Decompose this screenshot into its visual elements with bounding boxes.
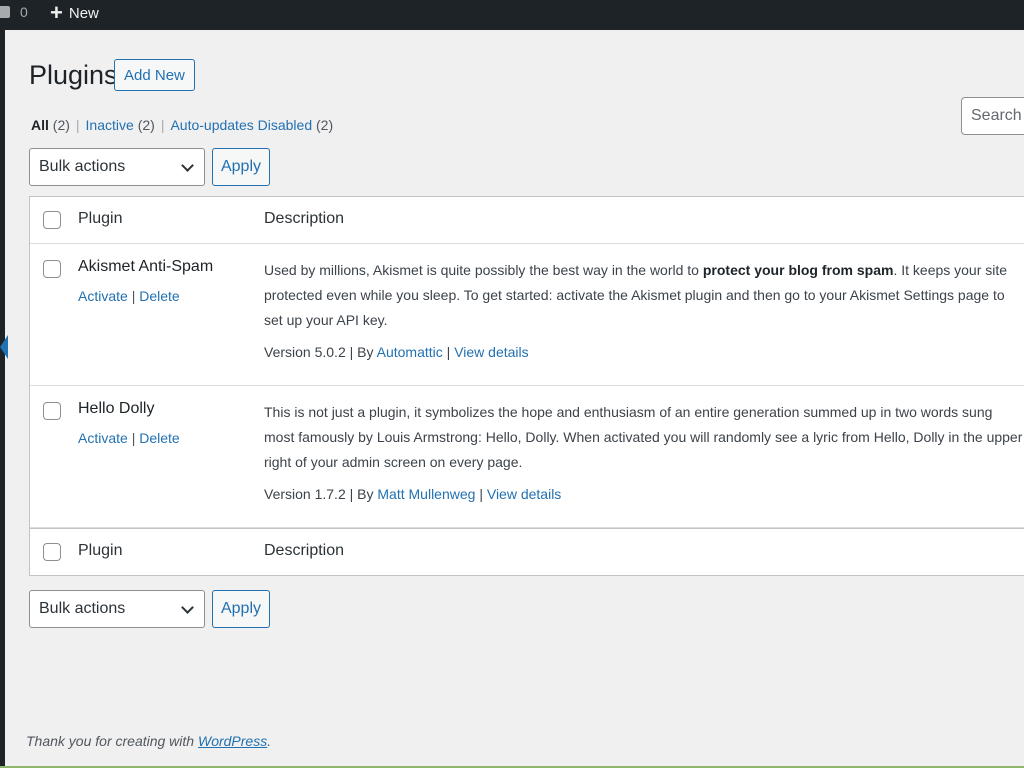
filter-auto-updates-count: (2) xyxy=(316,117,334,133)
by-label: By xyxy=(357,486,374,502)
description-text: This is not just a plugin, it symbolizes… xyxy=(264,404,1023,470)
column-plugin-footer[interactable]: Plugin xyxy=(78,542,122,560)
separator: | xyxy=(160,117,165,133)
column-description-footer: Description xyxy=(264,542,345,559)
select-all-checkbox-footer[interactable] xyxy=(43,543,61,561)
plugin-name: Hello Dolly xyxy=(78,400,155,417)
column-plugin[interactable]: Plugin xyxy=(78,210,122,228)
apply-button-top[interactable]: Apply xyxy=(212,148,270,186)
plugin-description: Used by millions, Akismet is quite possi… xyxy=(264,258,1024,333)
row-checkbox[interactable] xyxy=(43,260,61,278)
add-new-button[interactable]: Add New xyxy=(114,59,195,91)
table-header: Plugin Description xyxy=(30,197,1024,244)
comment-bubble-icon xyxy=(0,6,10,18)
author-link[interactable]: Matt Mullenweg xyxy=(377,486,475,502)
select-all-checkbox[interactable] xyxy=(43,211,61,229)
plugin-name: Akismet Anti-Spam xyxy=(78,258,214,275)
footer-suffix: . xyxy=(267,733,272,749)
plugins-table: Plugin Description Akismet Anti-Spam Act… xyxy=(29,196,1024,576)
filter-inactive-count: (2) xyxy=(137,117,155,133)
row-actions: Activate | Delete xyxy=(78,288,180,304)
activate-link[interactable]: Activate xyxy=(78,430,128,446)
bulk-actions-select-bottom[interactable]: Bulk actions xyxy=(29,590,205,628)
admin-sidebar-edge xyxy=(0,30,5,768)
table-footer: Plugin Description xyxy=(30,528,1024,575)
plugin-description: This is not just a plugin, it symbolizes… xyxy=(264,400,1024,475)
plugin-meta: Version 5.0.2 | By Automattic | View det… xyxy=(264,344,529,360)
apply-button-bottom[interactable]: Apply xyxy=(212,590,270,628)
wordpress-link[interactable]: WordPress xyxy=(198,733,267,749)
plugin-version: Version 1.7.2 xyxy=(264,486,346,502)
filter-inactive[interactable]: Inactive (2) xyxy=(86,117,155,133)
column-description: Description xyxy=(264,210,345,227)
plugin-version: Version 5.0.2 xyxy=(264,344,346,360)
new-label: New xyxy=(68,4,99,22)
plugin-filter-links: All (2) | Inactive (2) | Auto-updates Di… xyxy=(31,117,333,133)
bulk-actions-value: Bulk actions xyxy=(39,158,126,175)
row-actions: Activate | Delete xyxy=(78,430,180,446)
plugin-meta: Version 1.7.2 | By Matt Mullenweg | View… xyxy=(264,486,562,502)
bulk-actions-value: Bulk actions xyxy=(39,600,126,617)
author-link[interactable]: Automattic xyxy=(377,344,443,360)
description-bold: protect your blog from spam xyxy=(702,262,894,278)
activate-link[interactable]: Activate xyxy=(78,288,128,304)
filter-auto-updates-disabled[interactable]: Auto-updates Disabled (2) xyxy=(170,117,333,133)
page-title: Plugins xyxy=(29,60,118,90)
comments-link[interactable]: 0 xyxy=(0,4,28,20)
filter-all[interactable]: All (2) xyxy=(31,117,70,133)
search-plugins-input[interactable]: Search i xyxy=(961,97,1024,135)
table-row: Hello Dolly Activate | Delete This is no… xyxy=(30,386,1024,528)
by-label: By xyxy=(357,344,374,360)
comments-count: 0 xyxy=(20,4,28,20)
filter-all-count: (2) xyxy=(52,117,70,133)
chevron-down-icon xyxy=(181,159,194,172)
separator: | xyxy=(75,117,80,133)
new-content-button[interactable]: + New xyxy=(50,2,99,24)
view-details-link[interactable]: View details xyxy=(454,344,528,360)
bulk-actions-select-top[interactable]: Bulk actions xyxy=(29,148,205,186)
chevron-down-icon xyxy=(181,601,194,614)
footer-thankyou: Thank you for creating with WordPress. xyxy=(26,733,271,749)
delete-link[interactable]: Delete xyxy=(139,430,179,446)
view-details-link[interactable]: View details xyxy=(487,486,561,502)
footer-text: Thank you for creating with xyxy=(26,733,198,749)
plus-icon: + xyxy=(50,0,63,25)
filter-auto-updates-label: Auto-updates Disabled xyxy=(170,117,313,133)
table-row: Akismet Anti-Spam Activate | Delete Used… xyxy=(30,244,1024,386)
collapse-menu-arrow-icon[interactable] xyxy=(0,335,8,359)
filter-all-label: All xyxy=(31,117,49,133)
description-text: Used by millions, Akismet is quite possi… xyxy=(264,262,703,278)
delete-link[interactable]: Delete xyxy=(139,288,179,304)
admin-bar: 0 + New xyxy=(0,0,1024,30)
row-checkbox[interactable] xyxy=(43,402,61,420)
filter-inactive-label: Inactive xyxy=(85,117,134,133)
